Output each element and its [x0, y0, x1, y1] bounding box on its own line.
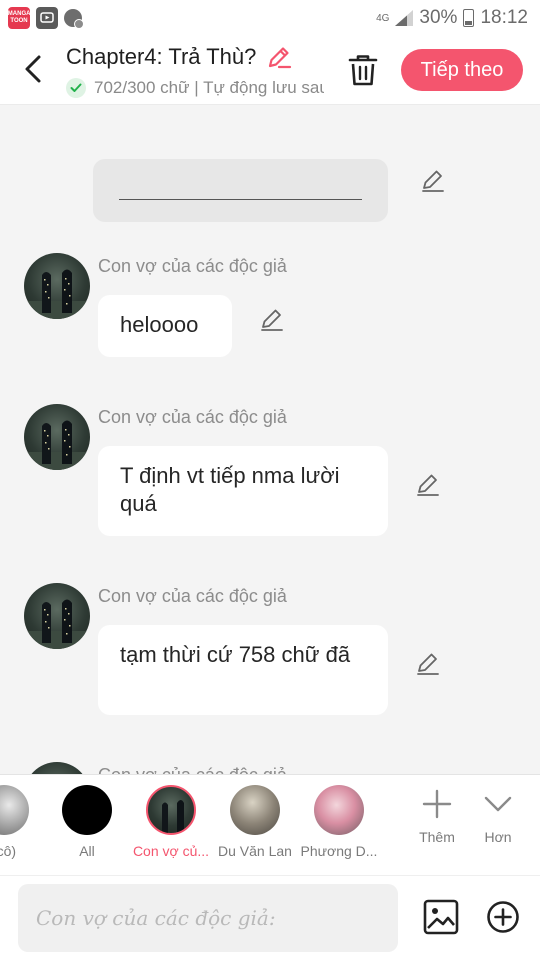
chapter-title[interactable]: Chapter4: Trả Thù?: [66, 44, 256, 70]
battery-icon: [463, 9, 475, 27]
speaker-avatar[interactable]: [24, 253, 90, 319]
character-label: Con vợ củ...: [132, 843, 210, 859]
edit-message-pencil-icon[interactable]: [415, 650, 441, 676]
edit-title-pencil-icon[interactable]: [266, 44, 292, 70]
speaker-name: Con vợ của các độc giả: [98, 256, 287, 276]
character-item[interactable]: Phương D...: [298, 785, 380, 859]
edit-message-pencil-icon[interactable]: [415, 471, 441, 497]
speaker-name: Con vợ của các độc giả: [98, 586, 287, 606]
dialog-input[interactable]: [18, 884, 398, 952]
character-label: (cô): [0, 843, 17, 859]
tv-app-icon: [36, 7, 58, 29]
message-bubble[interactable]: T định vt tiếp nma lười quá: [98, 446, 388, 536]
signal-icon: [395, 10, 414, 26]
edit-narration-pencil-icon[interactable]: [420, 167, 446, 193]
composer-bar: [0, 875, 540, 961]
add-character-label: Thêm: [419, 829, 455, 845]
message-bubble[interactable]: tạm thừi cứ 758 chữ đã: [98, 625, 388, 715]
speaker-avatar[interactable]: [24, 404, 90, 470]
saved-check-icon: [66, 78, 86, 98]
speaker-name: Con vợ của các độc giả: [98, 407, 287, 427]
character-item[interactable]: Du Văn Lan: [214, 785, 296, 859]
notification-icon: [64, 9, 84, 29]
clock: 18:12: [480, 7, 528, 28]
all-characters-avatar: [62, 785, 112, 835]
editor-header: Chapter4: Trả Thù? 702/300 chữ | Tự động…: [0, 36, 540, 105]
character-item-selected[interactable]: Con vợ củ...: [130, 785, 212, 859]
character-item-partial[interactable]: (cô): [0, 785, 36, 859]
battery-percent: 30%: [419, 7, 458, 28]
image-icon[interactable]: [422, 898, 460, 936]
add-circle-icon[interactable]: [486, 900, 520, 934]
chevron-left-icon: [25, 55, 41, 83]
character-avatar: [146, 785, 196, 835]
character-label: Phương D...: [300, 843, 378, 859]
speaker-avatar[interactable]: [24, 762, 90, 774]
character-avatar: [230, 785, 280, 835]
add-character-button[interactable]: Thêm: [413, 789, 461, 845]
speaker-name: Con vợ của các độc giả: [98, 765, 287, 774]
trash-icon[interactable]: [346, 52, 380, 88]
message-bubble[interactable]: heloooo: [98, 295, 232, 357]
character-selector-bar: (cô) All Con vợ củ... Du Văn Lan Phương …: [0, 774, 540, 875]
character-label: Du Văn Lan: [218, 843, 292, 859]
more-characters-label: Hơn: [484, 829, 512, 845]
edit-message-pencil-icon[interactable]: [259, 306, 285, 332]
back-button[interactable]: [18, 52, 48, 86]
network-type: 4G: [376, 12, 390, 24]
more-characters-button[interactable]: Hơn: [476, 789, 520, 845]
word-count-autosave: 702/300 chữ | Tự động lưu sau: [94, 78, 324, 97]
narration-bubble[interactable]: [93, 159, 388, 222]
chevron-down-icon: [484, 796, 512, 812]
plus-icon: [422, 789, 452, 819]
chat-area[interactable]: Con vợ của các độc giả heloooo Con vợ củ…: [0, 105, 540, 774]
character-label: All: [79, 843, 95, 859]
character-item-all[interactable]: All: [61, 785, 113, 859]
speaker-avatar[interactable]: [24, 583, 90, 649]
next-button[interactable]: Tiếp theo: [401, 49, 523, 91]
mangatoon-app-icon: MANGA TOON: [8, 7, 30, 29]
status-bar: MANGA TOON 4G 30% 18:12: [0, 0, 540, 36]
character-avatar: [0, 785, 29, 835]
narration-divider: [119, 199, 362, 200]
character-avatar: [314, 785, 364, 835]
